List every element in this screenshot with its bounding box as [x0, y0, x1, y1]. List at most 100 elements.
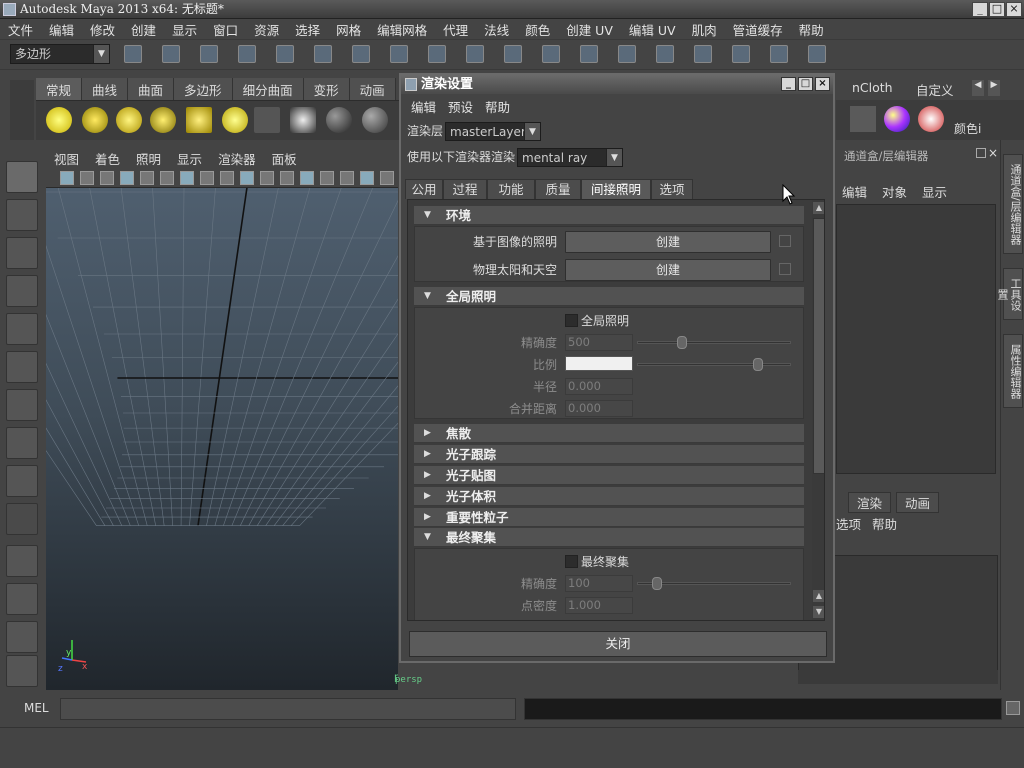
menu-item-16[interactable]: 管道缓存 — [725, 20, 791, 39]
layer-menu-1[interactable]: 帮助 — [872, 514, 897, 533]
ipr-render-icon[interactable] — [618, 45, 636, 63]
snap-surface-icon[interactable] — [466, 45, 484, 63]
side-tab-tool-settings[interactable]: 工具设置 — [996, 268, 1023, 320]
shadows-icon[interactable] — [260, 171, 274, 185]
menu-set-select[interactable]: 多边形 ▼ — [10, 44, 110, 64]
shelf-tab-5[interactable]: 变形 — [303, 78, 350, 100]
close-icon[interactable]: × — [1006, 2, 1022, 17]
last-tool-icon[interactable] — [6, 503, 38, 535]
gi-accuracy-slider-thumb[interactable] — [677, 336, 688, 349]
render-current-icon[interactable] — [580, 45, 598, 63]
channel-box-menu-0[interactable]: 编辑 — [842, 182, 867, 201]
lasso-tool-icon[interactable] — [6, 199, 38, 231]
menu-item-0[interactable]: 文件 — [0, 20, 41, 39]
snap-grid-icon[interactable] — [352, 45, 370, 63]
hypershade-icon[interactable] — [694, 45, 712, 63]
bookmark-icon[interactable] — [80, 171, 94, 185]
channel-box-menu-2[interactable]: 显示 — [922, 182, 947, 201]
fg-accuracy-slider-thumb[interactable] — [652, 577, 663, 590]
minimize-icon[interactable]: _ — [972, 2, 988, 17]
gi-scale-slider[interactable] — [637, 363, 791, 366]
maximize-icon[interactable]: □ — [989, 2, 1005, 17]
menu-item-10[interactable]: 代理 — [435, 20, 476, 39]
viewport-menu-2[interactable]: 照明 — [128, 149, 169, 168]
settings-scrollbar[interactable]: ▲ ▲ ▼ — [812, 200, 824, 620]
shelf-tab-3[interactable]: 多边形 — [174, 78, 233, 100]
gi-accuracy-field[interactable]: 500 — [565, 334, 633, 351]
panel-close-icon[interactable]: × — [988, 146, 998, 160]
menu-item-17[interactable]: 帮助 — [791, 20, 832, 39]
rotate-tool-icon[interactable] — [6, 313, 38, 345]
directional-light-icon[interactable] — [82, 107, 108, 133]
create-sun-sky-button[interactable]: 创建 — [565, 259, 771, 281]
mel-label[interactable]: MEL — [24, 701, 49, 715]
point-light-icon[interactable] — [46, 107, 72, 133]
fg-accuracy-field[interactable]: 100 — [565, 575, 633, 592]
resolution-gate-icon[interactable] — [120, 171, 134, 185]
cube-shaded-icon[interactable] — [360, 171, 374, 185]
menu-item-3[interactable]: 创建 — [123, 20, 164, 39]
gi-scale-slider-thumb[interactable] — [753, 358, 763, 371]
tab-0[interactable]: 公用 — [405, 179, 443, 199]
film-gate-icon[interactable] — [100, 171, 114, 185]
show-manip-icon[interactable] — [6, 465, 38, 497]
map-button-icon[interactable] — [779, 263, 791, 275]
select-object-icon[interactable] — [276, 45, 294, 63]
gi-accuracy-slider[interactable] — [637, 341, 791, 344]
shelf-tab-custom[interactable]: 自定义 — [916, 80, 954, 99]
select-component-icon[interactable] — [314, 45, 332, 63]
scroll-up-icon[interactable]: ▲ — [813, 202, 824, 214]
viewport-menu-3[interactable]: 显示 — [169, 149, 210, 168]
render-icon[interactable] — [850, 106, 876, 132]
dialog-menu-1[interactable]: 预设 — [442, 97, 479, 116]
dialog-menu-0[interactable]: 编辑 — [405, 97, 442, 116]
wireframe-icon[interactable] — [180, 171, 194, 185]
tab-2[interactable]: 功能 — [487, 179, 535, 199]
lights-icon[interactable] — [240, 171, 254, 185]
menu-item-8[interactable]: 网格 — [328, 20, 369, 39]
outliner-layout-icon[interactable] — [6, 621, 38, 653]
dialog-menu-2[interactable]: 帮助 — [479, 97, 516, 116]
channel-box-icon[interactable] — [770, 45, 788, 63]
camera-icon[interactable] — [60, 171, 74, 185]
layer-tab-1[interactable]: 动画 — [896, 492, 940, 513]
shelf-scroll-left-icon[interactable]: ◀ — [972, 80, 984, 96]
map-button-icon[interactable] — [779, 235, 791, 247]
script-editor-icon[interactable] — [1006, 701, 1020, 715]
move-tool-icon[interactable] — [6, 275, 38, 307]
menu-item-15[interactable]: 肌肉 — [684, 20, 725, 39]
textured-icon[interactable] — [220, 171, 234, 185]
shelf-options[interactable] — [10, 80, 34, 140]
menu-item-13[interactable]: 创建 UV — [558, 20, 621, 39]
renderer-select[interactable]: mental ray ▼ — [517, 148, 623, 167]
gi-radius-field[interactable]: 0.000 — [565, 378, 633, 395]
render-settings-icon[interactable] — [656, 45, 674, 63]
tab-3[interactable]: 质量 — [535, 179, 581, 199]
gi-scale-color-swatch[interactable] — [565, 356, 633, 371]
gi-merge-distance-field[interactable]: 0.000 — [565, 400, 633, 417]
snap-curve-icon[interactable] — [390, 45, 408, 63]
shelf-tab-6[interactable]: 动画 — [349, 78, 396, 100]
section-gi-header[interactable]: ▼ 全局照明 — [414, 287, 804, 306]
menu-item-12[interactable]: 颜色 — [517, 20, 558, 39]
hud-icon[interactable] — [320, 171, 334, 185]
viewport-menu-4[interactable]: 渲染器 — [210, 149, 264, 168]
tab-5[interactable]: 选项 — [651, 179, 693, 199]
shelf-tab-2[interactable]: 曲面 — [128, 78, 175, 100]
dialog-close-icon[interactable]: × — [815, 77, 830, 91]
tool-settings-icon[interactable] — [808, 45, 826, 63]
viewport-menu-5[interactable]: 面板 — [264, 149, 305, 168]
field-chart-icon[interactable] — [160, 171, 174, 185]
universal-manip-icon[interactable] — [6, 389, 38, 421]
volume-light-icon[interactable] — [222, 107, 248, 133]
spot-light-icon[interactable] — [150, 107, 176, 133]
grid-icon[interactable] — [140, 171, 154, 185]
layer-menu-0[interactable]: 选项 — [836, 514, 861, 533]
history-icon[interactable] — [542, 45, 560, 63]
gi-checkbox[interactable] — [565, 314, 578, 327]
close-button[interactable]: 关闭 — [409, 631, 827, 657]
dialog-titlebar[interactable]: 渲染设置 _ □ × — [401, 75, 833, 94]
section-environment-header[interactable]: ▼ 环境 — [414, 206, 804, 225]
smooth-shade-icon[interactable] — [200, 171, 214, 185]
viewport-menu-1[interactable]: 着色 — [87, 149, 128, 168]
